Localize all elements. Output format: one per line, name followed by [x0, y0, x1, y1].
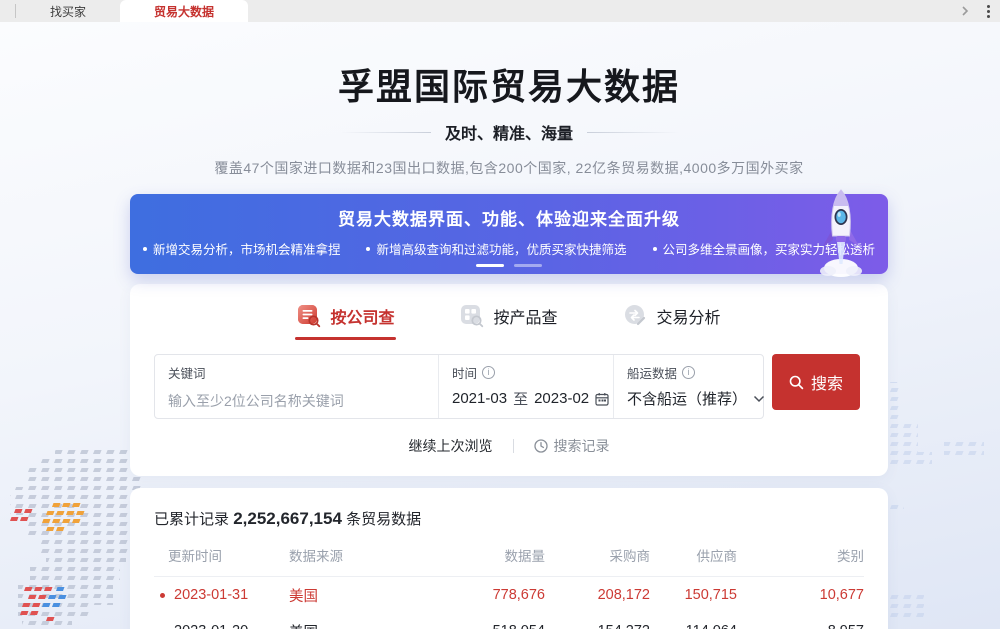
bullet-dot-icon [366, 247, 370, 251]
bullet-dot-icon [143, 247, 147, 251]
carousel-indicator-1[interactable] [476, 264, 504, 267]
subtitle-line-left [339, 132, 431, 133]
col-header-data-source: 数据来源 [289, 545, 409, 565]
tab-find-buyers[interactable]: 找买家 [16, 0, 120, 22]
more-menu-icon[interactable] [985, 3, 992, 20]
total-records-count: 2,252,667,154 [233, 509, 342, 528]
shipping-selected-value: 不含船运（推荐） [627, 388, 747, 409]
chevron-down-icon[interactable] [753, 395, 765, 403]
tab-trade-analysis[interactable]: 交易分析 [622, 300, 723, 340]
col-header-volume: 数据量 [409, 545, 545, 565]
search-button-label: 搜索 [811, 370, 843, 394]
info-icon[interactable]: i [682, 366, 695, 379]
tab-trade-big-data[interactable]: 贸易大数据 [120, 0, 248, 22]
rocket-illustration [812, 184, 870, 280]
carousel-indicator-2[interactable] [514, 264, 542, 267]
tab-label: 交易分析 [657, 304, 721, 328]
search-button[interactable]: 搜索 [772, 354, 860, 410]
search-form: 关键词 时间 i 2021-03 至 2023-02 [154, 354, 864, 419]
calendar-icon[interactable] [595, 392, 609, 406]
keyword-input[interactable] [168, 393, 425, 409]
tab-search-by-company[interactable]: 按公司查 [295, 300, 396, 340]
col-header-suppliers: 供应商 [650, 545, 737, 565]
browser-tab-bar: 找买家 贸易大数据 [0, 0, 1000, 22]
chevron-right-icon[interactable] [961, 5, 969, 17]
shipping-data-select[interactable]: 船运数据 i 不含船运（推荐） [613, 355, 763, 418]
search-history-link[interactable]: 搜索记录 [534, 436, 610, 456]
links-divider [513, 439, 514, 453]
page-title: 孚盟国际贸易大数据 [130, 58, 888, 110]
keyword-field[interactable]: 关键词 [155, 355, 438, 418]
page-subtitle: 及时、精准、海量 [445, 120, 573, 144]
world-map-dots-right [888, 322, 1000, 622]
time-separator: 至 [513, 388, 528, 409]
hero-section: 孚盟国际贸易大数据 及时、精准、海量 覆盖47个国家进口数据和23国出口数据,包… [130, 22, 888, 178]
table-row[interactable]: 2023-01-31 美国 778,676 208,172 150,715 10… [154, 577, 864, 613]
active-tab-underline [295, 337, 396, 340]
tab-label: 按产品查 [493, 304, 557, 328]
banner-title: 贸易大数据界面、功能、体验迎来全面升级 [130, 194, 888, 230]
analysis-icon [624, 304, 648, 328]
clock-icon [534, 439, 548, 453]
trade-data-stats-panel: 已累计记录 2,252,667,154 条贸易数据 更新时间 数据来源 数据量 … [130, 488, 888, 629]
company-search-icon [297, 304, 321, 328]
time-to[interactable]: 2023-02 [534, 390, 589, 407]
subtitle-line-right [587, 132, 679, 133]
total-records-summary: 已累计记录 2,252,667,154 条贸易数据 [154, 508, 864, 529]
table-row[interactable]: 2023-01-20 美国 518,054 154,272 114,064 8,… [154, 613, 864, 629]
keyword-label: 关键词 [168, 363, 425, 382]
col-header-categories: 类别 [737, 545, 864, 565]
banner-bullet: 新增高级查询和过滤功能，优质买家快捷筛选 [366, 239, 626, 258]
col-header-buyers: 采购商 [545, 545, 650, 565]
col-header-update-time: 更新时间 [154, 545, 289, 565]
search-panel: 按公司查 [130, 284, 888, 476]
time-label: 时间 [452, 363, 477, 382]
banner-bullet: 新增交易分析，市场机会精准拿捏 [143, 239, 341, 258]
magnifier-icon [789, 375, 804, 390]
table-header-row: 更新时间 数据来源 数据量 采购商 供应商 类别 [154, 545, 864, 577]
upgrade-banner[interactable]: 贸易大数据界面、功能、体验迎来全面升级 新增交易分析，市场机会精准拿捏 新增高级… [130, 194, 888, 274]
tab-label: 按公司查 [330, 304, 394, 328]
data-source-table: 更新时间 数据来源 数据量 采购商 供应商 类别 2023-01-31 美国 7… [154, 545, 864, 629]
row-bullet-icon [160, 593, 165, 598]
time-range-field[interactable]: 时间 i 2021-03 至 2023-02 [438, 355, 613, 418]
product-search-icon [460, 304, 484, 328]
time-from[interactable]: 2021-03 [452, 390, 507, 407]
bullet-dot-icon [653, 247, 657, 251]
page-background: 孚盟国际贸易大数据 及时、精准、海量 覆盖47个国家进口数据和23国出口数据,包… [0, 22, 1000, 629]
tab-search-by-product[interactable]: 按产品查 [458, 300, 559, 340]
continue-last-browse-link[interactable]: 继续上次浏览 [409, 436, 493, 456]
search-mode-tabs: 按公司查 [154, 300, 864, 340]
shipping-label: 船运数据 [627, 363, 677, 382]
coverage-description: 覆盖47个国家进口数据和23国出口数据,包含200个国家, 22亿条贸易数据,4… [130, 158, 888, 178]
info-icon[interactable]: i [482, 366, 495, 379]
